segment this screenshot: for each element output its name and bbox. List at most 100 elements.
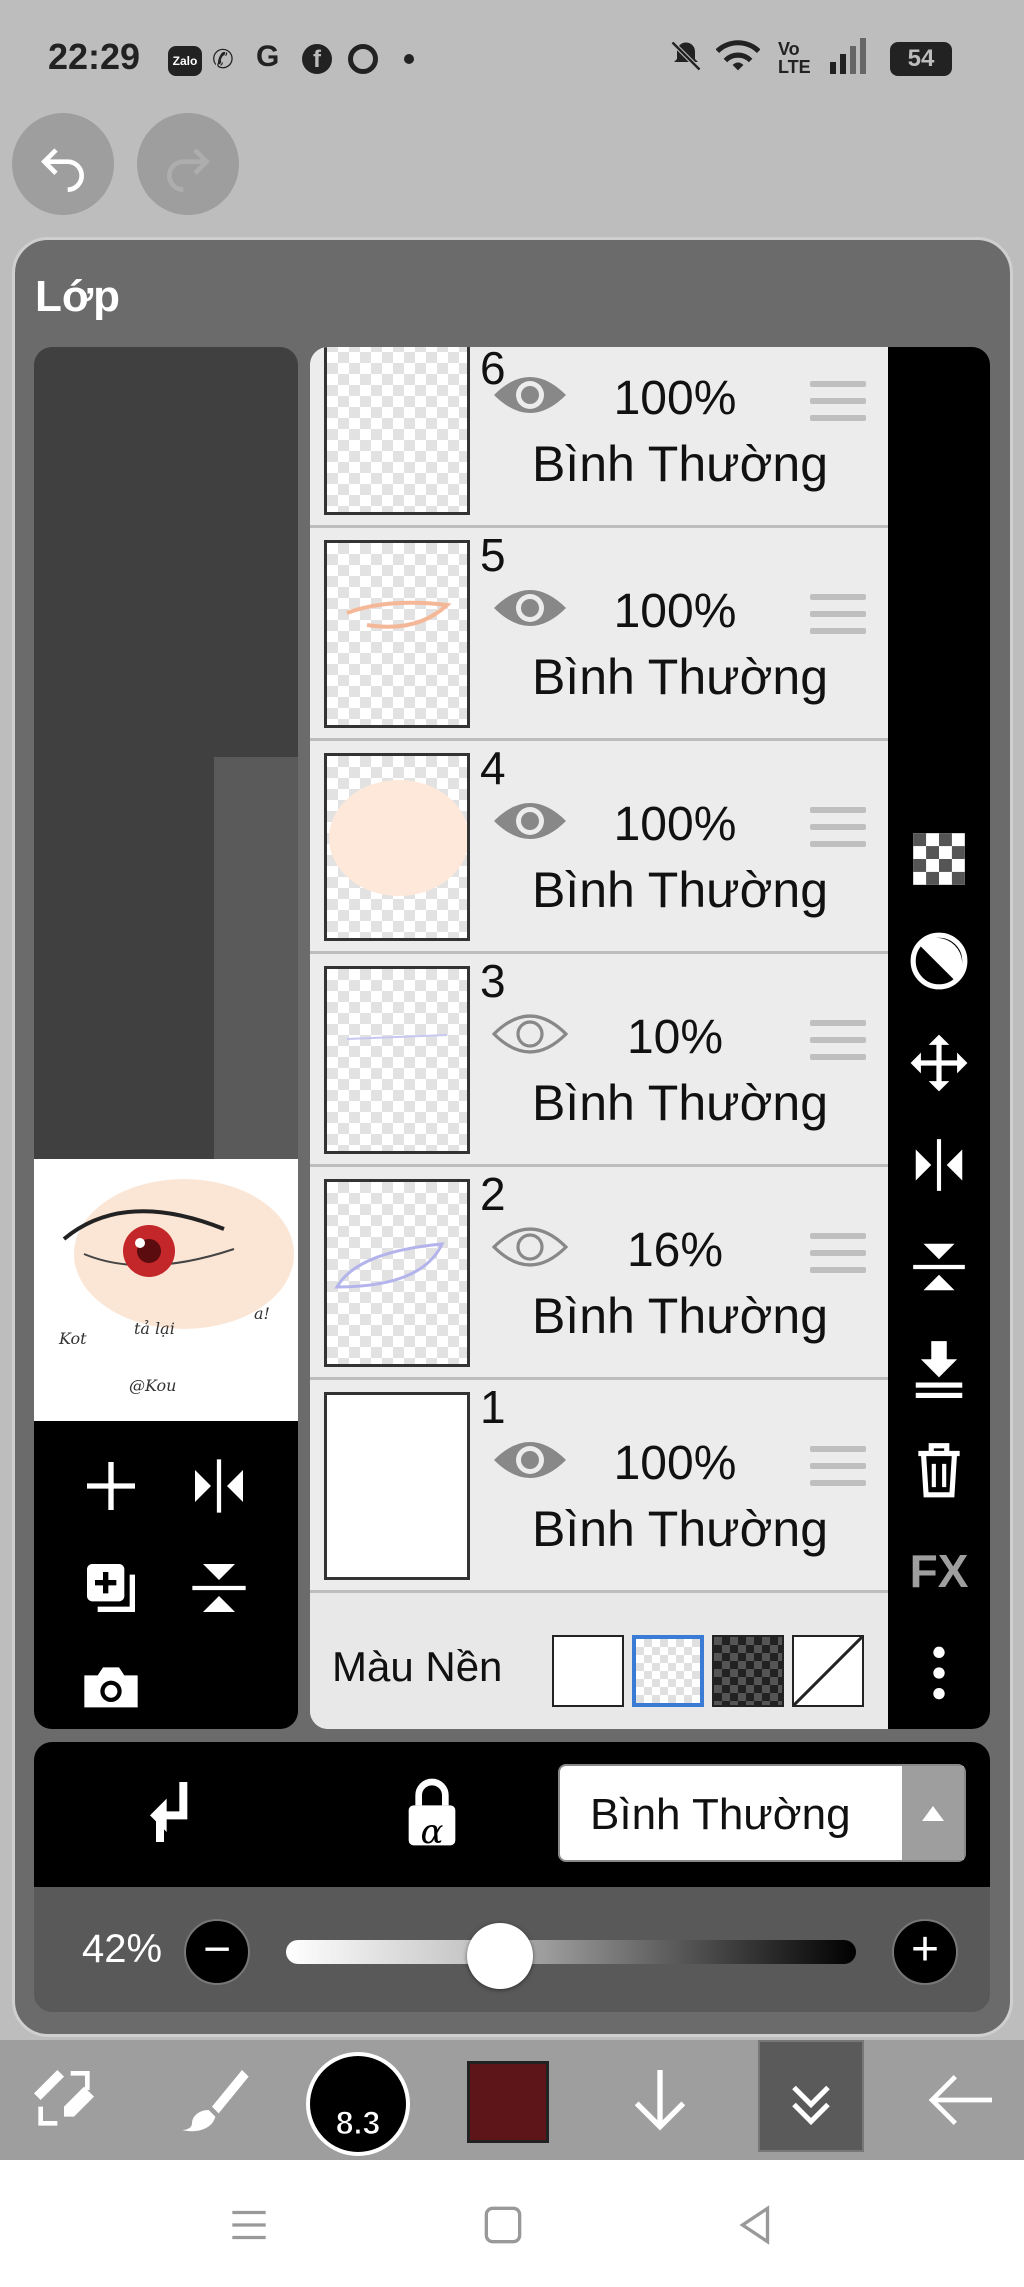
duplicate-icon — [87, 1564, 135, 1612]
tool-switch-button[interactable] — [16, 2040, 112, 2160]
status-bar: 22:29 Zalo ✆ G f Vo LTE 54 — [0, 0, 1024, 115]
svg-text:Kot: Kot — [58, 1329, 87, 1348]
layer-row-4[interactable]: 4 100% Bình Thường — [310, 741, 888, 954]
blend-mode-bar: α Bình Thường — [34, 1742, 990, 1887]
visibility-eye-icon[interactable] — [492, 370, 568, 420]
volte-icon: Vo LTE — [778, 39, 811, 77]
canvas-thumbnail[interactable]: Kot tả lại @Kou a! — [34, 1159, 298, 1421]
opacity-decrease-button[interactable]: − — [184, 1919, 250, 1985]
flip-horizontal-icon — [195, 1459, 243, 1513]
layer-row-5[interactable]: 5 100% Bình Thường — [310, 528, 888, 741]
battery-icon: 54 — [890, 42, 952, 76]
arrow-left-icon — [928, 2075, 992, 2125]
layer-number: 5 — [480, 529, 506, 581]
layer-opacity: 100% — [613, 1437, 737, 1490]
alpha-lock-button[interactable]: α — [392, 1772, 472, 1852]
layer-row-1[interactable]: 1 100% Bình Thường — [310, 1380, 888, 1593]
eye-drawing-image: Kot tả lại @Kou a! — [58, 1179, 294, 1395]
flip-layer-horizontal-button[interactable] — [184, 1451, 254, 1521]
flip-vertical-icon — [913, 1243, 965, 1291]
camera-button[interactable] — [76, 1651, 146, 1721]
more-icon — [933, 1646, 945, 1700]
chrome-icon — [348, 44, 378, 74]
transparency-button[interactable] — [903, 823, 975, 895]
wifi-icon — [715, 38, 761, 82]
clip-to-below-button[interactable] — [130, 1772, 210, 1852]
layer-blend-mode: Bình Thường — [531, 1075, 829, 1131]
layer-opacity: 16% — [626, 1224, 724, 1277]
fx-button[interactable]: FX — [903, 1535, 975, 1607]
duplicate-layer-button[interactable] — [76, 1553, 146, 1623]
layer-row-2[interactable]: 2 16% Bình Thường — [310, 1167, 888, 1380]
plus-icon — [87, 1462, 135, 1510]
opacity-row: 42% − + — [34, 1887, 990, 2012]
system-nav-bar — [0, 2160, 1024, 2287]
layer-row-6[interactable]: 6 100% Bình Thường — [310, 347, 888, 528]
visibility-eye-icon[interactable] — [492, 1435, 568, 1485]
layer-blend-mode: Bình Thường — [531, 649, 829, 705]
visibility-eye-icon[interactable] — [492, 583, 568, 633]
layer-thumbnail — [324, 1392, 470, 1580]
back-nav-icon[interactable] — [730, 2200, 780, 2250]
drag-handle-icon[interactable] — [810, 1446, 866, 1488]
canvas-preview-column: Kot tả lại @Kou a! — [34, 347, 298, 1729]
add-layer-button[interactable] — [76, 1451, 146, 1521]
drag-handle-icon[interactable] — [810, 381, 866, 423]
color-picker-button[interactable] — [467, 2061, 549, 2143]
layer-number: 3 — [480, 955, 506, 1007]
move-icon — [910, 1034, 968, 1092]
more-options-button[interactable] — [903, 1637, 975, 1709]
missed-call-icon: ✆ — [212, 44, 234, 74]
brush-size-button[interactable]: 8.3 — [306, 2052, 410, 2156]
svg-text:@Kou: @Kou — [129, 1376, 176, 1395]
layer-actions — [34, 1421, 298, 1729]
undo-button[interactable] — [12, 113, 114, 215]
layer-blend-mode: Bình Thường — [531, 862, 829, 918]
move-layer-button[interactable] — [903, 1027, 975, 1099]
svg-text:tả lại: tả lại — [134, 1319, 175, 1338]
brush-button[interactable] — [164, 2040, 260, 2160]
clipping-button[interactable] — [903, 925, 975, 997]
pen-eraser-icon — [34, 2070, 94, 2126]
brush-size-value: 8.3 — [335, 2105, 381, 2142]
visibility-eye-off-icon[interactable] — [492, 1009, 568, 1059]
background-color-label: Màu Nền — [332, 1643, 503, 1690]
layer-down-button[interactable] — [612, 2040, 708, 2160]
home-icon[interactable] — [478, 2200, 528, 2250]
menu-icon[interactable] — [224, 2200, 274, 2250]
google-icon: G — [256, 40, 280, 73]
drag-handle-icon[interactable] — [810, 1020, 866, 1062]
visibility-eye-icon[interactable] — [492, 796, 568, 846]
layer-thumbnail — [324, 966, 470, 1154]
layer-row-3[interactable]: 3 10% Bình Thường — [310, 954, 888, 1167]
layer-blend-mode: Bình Thường — [531, 1288, 829, 1344]
bg-white-option[interactable] — [552, 1635, 624, 1707]
opacity-increase-button[interactable]: + — [892, 1919, 958, 1985]
slider-thumb[interactable] — [467, 1923, 534, 1989]
svg-text:a!: a! — [254, 1304, 270, 1323]
merge-down-button[interactable] — [903, 1331, 975, 1403]
drag-handle-icon[interactable] — [810, 1233, 866, 1275]
blend-mode-select[interactable]: Bình Thường — [558, 1764, 966, 1862]
bg-dark-checker-option[interactable] — [712, 1635, 784, 1707]
dot-icon — [404, 54, 414, 64]
redo-button[interactable] — [137, 113, 239, 215]
delete-layer-button[interactable] — [903, 1433, 975, 1505]
half-circle-icon — [910, 932, 968, 990]
flip-layer-vertical-button[interactable] — [184, 1553, 254, 1623]
layer-thumbnail — [324, 753, 470, 941]
flip-vertical-button[interactable] — [903, 1231, 975, 1303]
layer-opacity: 100% — [613, 798, 737, 851]
flip-horizontal-button[interactable] — [903, 1129, 975, 1201]
back-button[interactable] — [910, 2040, 1014, 2160]
drag-handle-icon[interactable] — [810, 594, 866, 636]
collapse-panel-button[interactable] — [758, 2040, 864, 2152]
layer-blend-mode: Bình Thường — [531, 436, 829, 492]
opacity-slider[interactable] — [286, 1940, 856, 1964]
bg-transparent-option[interactable] — [632, 1635, 704, 1707]
redo-icon — [167, 148, 210, 192]
drag-handle-icon[interactable] — [810, 807, 866, 849]
bg-none-option[interactable] — [792, 1635, 864, 1707]
layer-list[interactable]: 6 100% Bình Thường 5 100% Bình Thường 4 … — [310, 347, 888, 1729]
visibility-eye-off-icon[interactable] — [492, 1222, 568, 1272]
